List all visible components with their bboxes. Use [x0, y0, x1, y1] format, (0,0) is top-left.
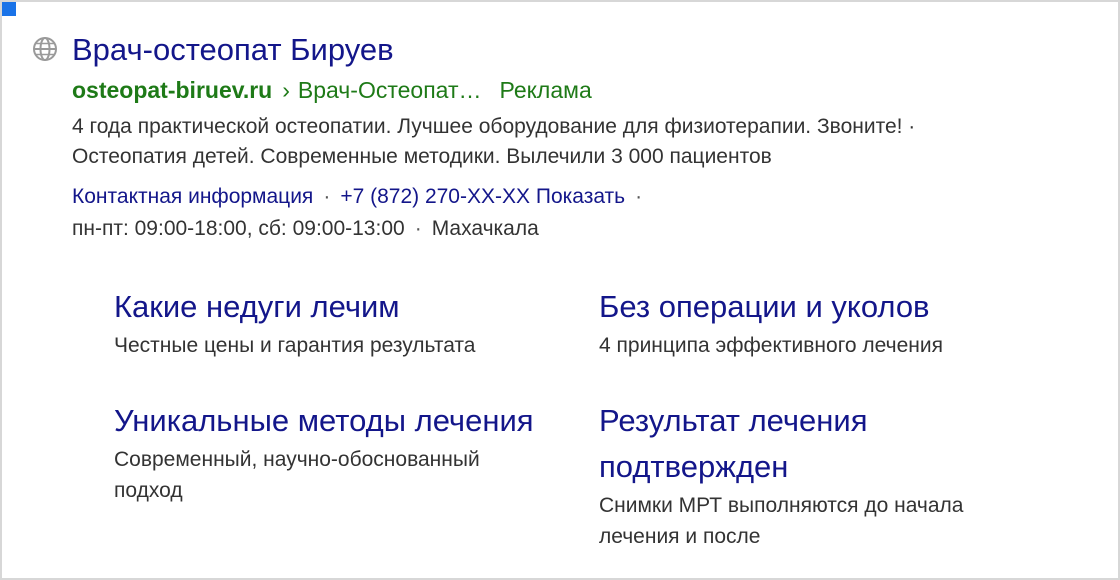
working-hours: пн-пт: 09:00-18:00, сб: 09:00-13:00	[72, 217, 405, 240]
separator-dot: ·	[635, 185, 643, 208]
ad-domain-link[interactable]: osteopat-biruev.ru	[72, 77, 272, 103]
ad-breadcrumb-link[interactable]: Врач-Остеопат…	[298, 77, 482, 103]
corner-marker	[2, 2, 16, 16]
globe-icon	[32, 36, 58, 62]
ad-url-line: osteopat-biruev.ru › Врач-Остеопат… Реклама	[72, 75, 592, 105]
sitelink: Какие недуги лечим Честные цены и гарант…	[114, 284, 574, 361]
city: Махачкала	[431, 217, 539, 240]
sitelink: Без операции и уколов 4 принципа эффекти…	[599, 284, 1059, 361]
separator-dot: ·	[323, 185, 331, 208]
sitelink: Уникальные методы лечения Современный, н…	[114, 398, 554, 506]
sitelink-description: 4 принципа эффективного лечения	[599, 334, 943, 357]
sitelink-title[interactable]: Какие недуги лечим	[114, 284, 574, 330]
ad-card: Врач-остеопат Бируев osteopat-biruev.ru ›…	[0, 0, 1120, 580]
sitelink: Результат лечения подтвержден Снимки МРТ…	[599, 398, 1039, 552]
sitelink-title[interactable]: Уникальные методы лечения	[114, 398, 554, 444]
ad-title-link[interactable]: Врач-остеопат Бируев	[72, 30, 394, 70]
show-phone-link[interactable]: Показать	[536, 185, 625, 208]
ad-description-line1: 4 года практической остеопатии. Лучшее о…	[72, 115, 916, 138]
sitelink-title[interactable]: Результат лечения подтвержден	[599, 398, 1039, 490]
sitelink-description: Современный, научно-обоснованный подход	[114, 448, 480, 502]
ad-description: 4 года практической остеопатии. Лучшее о…	[72, 112, 1082, 172]
separator-dot: ·	[414, 217, 422, 240]
phone-number[interactable]: +7 (872) 270-XX-XX	[340, 185, 530, 208]
ad-description-line2: Остеопатия детей. Современные методики. …	[72, 145, 772, 168]
ad-contacts: Контактная информация · +7 (872) 270-XX-XX…	[72, 181, 1082, 245]
ad-label: Реклама	[499, 77, 592, 103]
sitelink-title[interactable]: Без операции и уколов	[599, 284, 1059, 330]
sitelink-description: Снимки МРТ выполняются до начала лечения…	[599, 494, 964, 548]
breadcrumb-separator: ›	[282, 77, 290, 103]
sitelink-description: Честные цены и гарантия результата	[114, 334, 476, 357]
contact-info-link[interactable]: Контактная информация	[72, 185, 313, 208]
